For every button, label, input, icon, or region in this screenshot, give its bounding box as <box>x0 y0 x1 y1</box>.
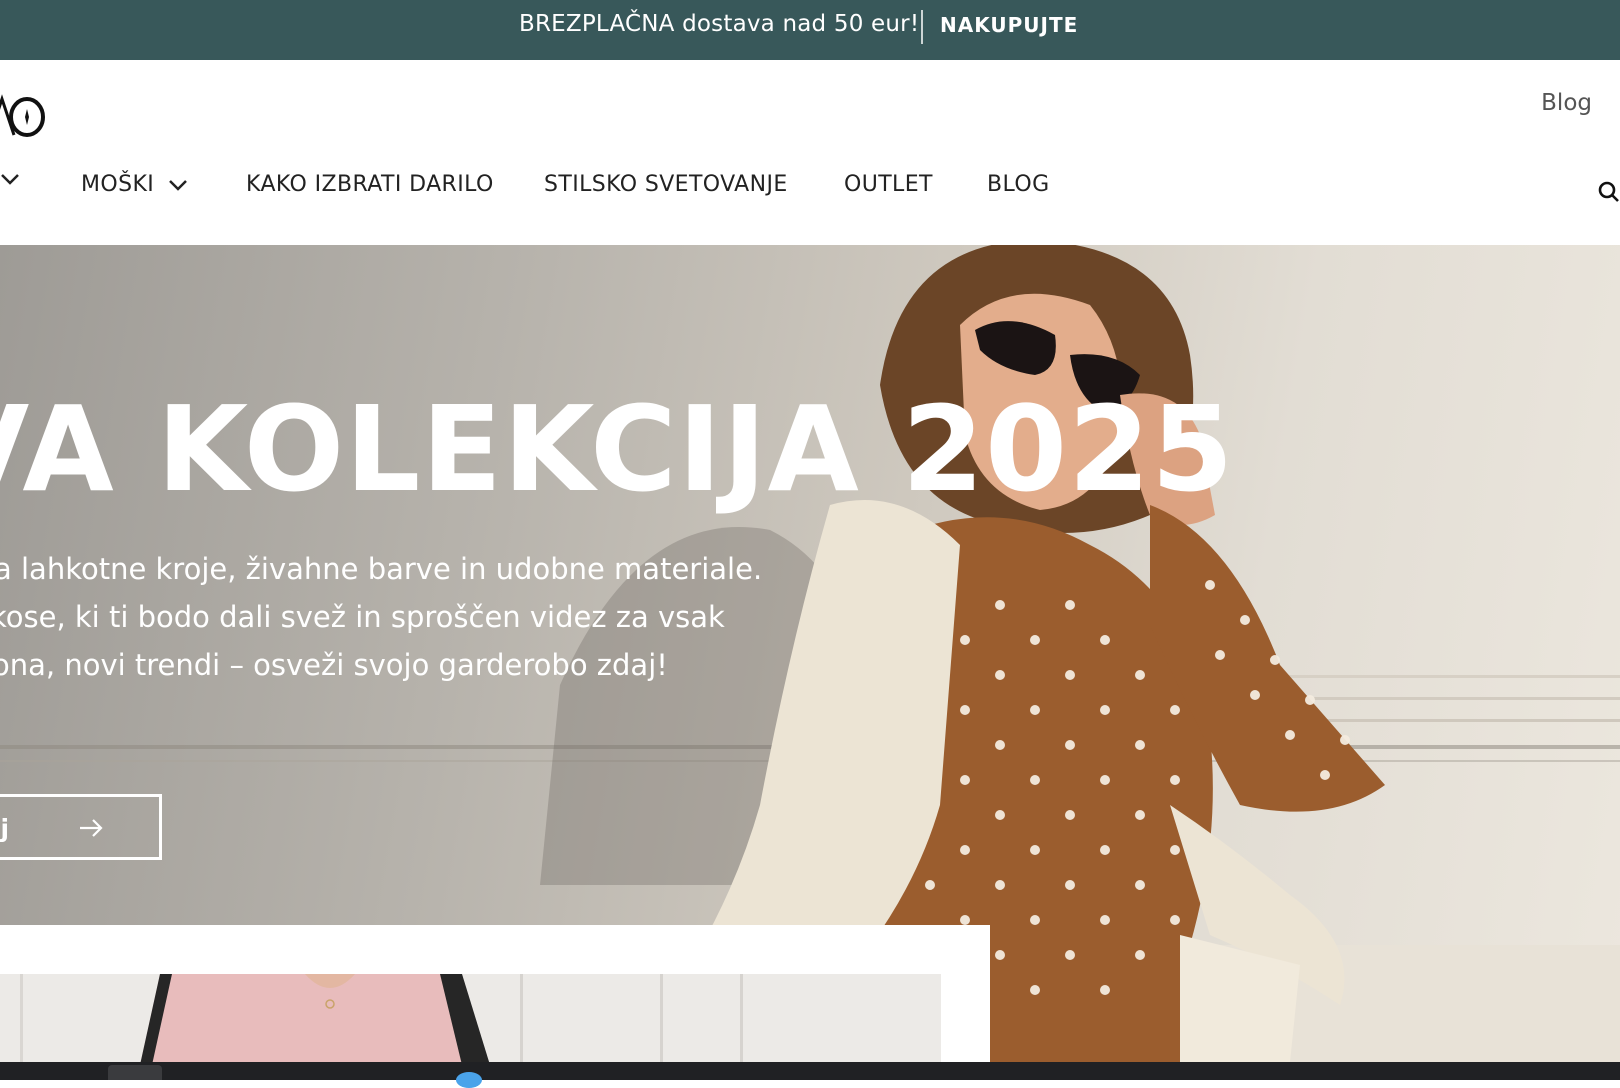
hero-description: a lahkotne kroje, živahne barve in udobn… <box>0 545 762 689</box>
nav-item-label: KAKO IZBRATI DARILO <box>246 172 494 197</box>
promo-card <box>0 925 990 1065</box>
nav-item-label: OUTLET <box>844 172 933 197</box>
announcement-divider <box>921 10 923 44</box>
hero-title: VA KOLEKCIJA 2025 <box>0 380 1235 518</box>
hero-description-line: kose, ki ti bodo dali svež in sproščen v… <box>0 600 725 634</box>
site-header: Blog MOŠKI KAKO IZBRATI DARILO STILSKO S… <box>0 60 1620 245</box>
hero-cta-button[interactable]: laj <box>0 794 162 860</box>
nav-item-outlet[interactable]: OUTLET <box>844 172 933 197</box>
chevron-down-icon <box>1 174 19 185</box>
hero-cta-label: laj <box>0 814 10 843</box>
arrow-right-icon <box>80 819 103 837</box>
nav-item-label: BLOG <box>987 172 1050 197</box>
search-icon <box>1598 181 1619 202</box>
shop-now-link[interactable]: NAKUPUJTE <box>940 13 1078 37</box>
nav-item-kako-izbrati-darilo[interactable]: KAKO IZBRATI DARILO <box>246 172 494 197</box>
search-button[interactable] <box>1598 181 1620 207</box>
hero-description-line: ona, novi trendi – osveži svojo garderob… <box>0 648 668 682</box>
brand-logo[interactable] <box>0 91 48 139</box>
announcement-bar: BREZPLAČNA dostava nad 50 eur! NAKUPUJTE <box>0 0 1620 60</box>
nav-item-stilsko-svetovanje[interactable]: STILSKO SVETOVANJE <box>544 172 788 197</box>
promo-image[interactable] <box>0 974 941 1065</box>
nav-item-blog[interactable]: BLOG <box>987 172 1050 197</box>
nav-item-label: STILSKO SVETOVANJE <box>544 172 788 197</box>
promo-photo <box>0 974 941 1065</box>
nav-item-prev-dropdown[interactable] <box>0 172 20 186</box>
taskbar-app-icon[interactable] <box>108 1065 162 1080</box>
nav-item-moski[interactable]: MOŠKI <box>81 172 188 197</box>
taskbar-app-icon[interactable] <box>456 1072 482 1088</box>
nav-item-label: MOŠKI <box>81 172 155 197</box>
chevron-down-icon <box>169 179 188 191</box>
utility-blog-link[interactable]: Blog <box>1541 90 1592 116</box>
hero-description-line: a lahkotne kroje, živahne barve in udobn… <box>0 552 763 586</box>
announcement-text: BREZPLAČNA dostava nad 50 eur! <box>519 11 920 37</box>
os-taskbar <box>0 1062 1620 1088</box>
